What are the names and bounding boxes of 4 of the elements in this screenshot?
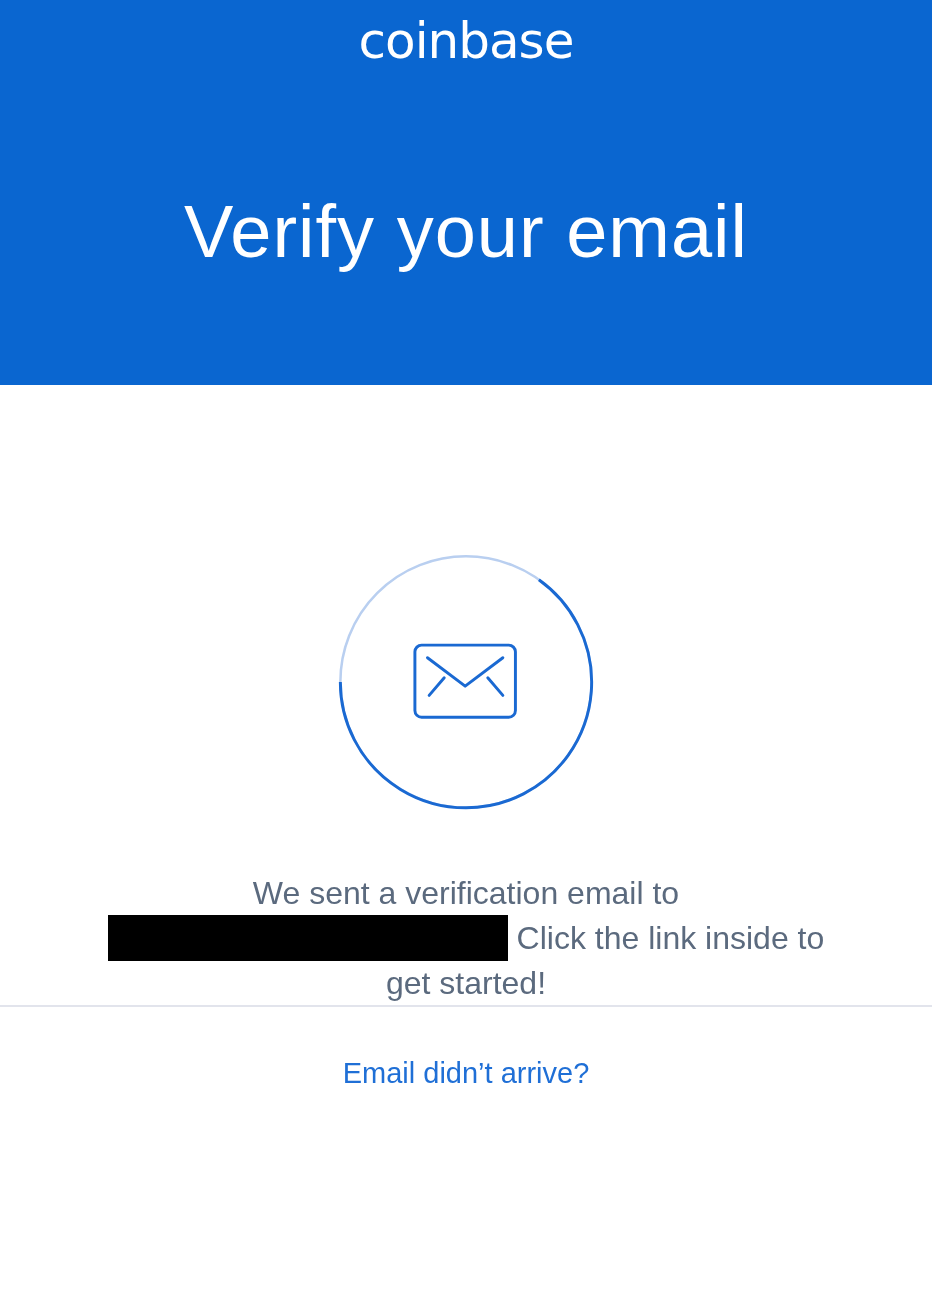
page-title: Verify your email [184, 192, 748, 272]
message-text: We sent a verification email to Click the link inside to get started! [91, 871, 841, 1005]
logo: coinbase [358, 11, 574, 72]
email-didnt-arrive-link[interactable]: Email didn’t arrive? [342, 1057, 590, 1090]
